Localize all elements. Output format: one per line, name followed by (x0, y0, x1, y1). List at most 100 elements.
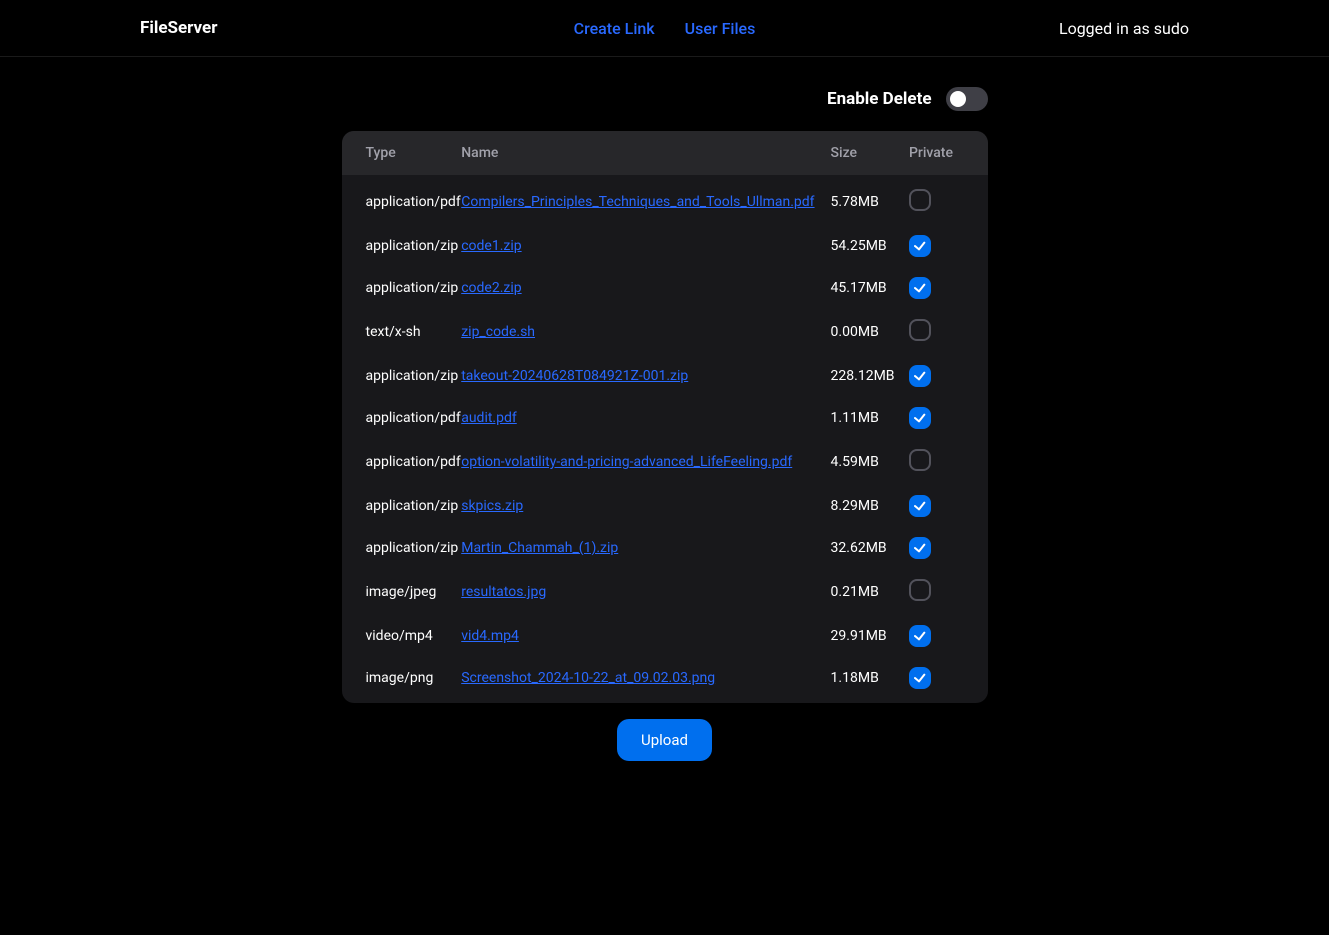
table-row: application/pdfCompilers_Principles_Tech… (342, 175, 988, 225)
file-link[interactable]: zip_code.sh (461, 324, 535, 340)
cell-private (909, 615, 988, 657)
file-link[interactable]: code1.zip (461, 238, 521, 254)
cell-private (909, 355, 988, 397)
file-link[interactable]: audit.pdf (461, 410, 517, 426)
cell-name: vid4.mp4 (461, 615, 830, 657)
cell-private (909, 569, 988, 615)
cell-private (909, 657, 988, 703)
cell-size: 1.11MB (831, 397, 909, 439)
cell-size: 228.12MB (831, 355, 909, 397)
private-checkbox[interactable] (909, 495, 931, 517)
nav-links: Create Link User Files (574, 19, 756, 38)
file-link[interactable]: code2.zip (461, 280, 521, 296)
file-link[interactable]: resultatos.jpg (461, 584, 546, 600)
cell-type: application/pdf (342, 397, 462, 439)
cell-name: takeout-20240628T084921Z-001.zip (461, 355, 830, 397)
file-link[interactable]: skpics.zip (461, 498, 523, 514)
enable-delete-label: Enable Delete (827, 89, 932, 109)
enable-delete-row: Enable Delete (342, 87, 988, 111)
cell-size: 29.91MB (831, 615, 909, 657)
cell-size: 0.00MB (831, 309, 909, 355)
cell-size: 4.59MB (831, 439, 909, 485)
file-table: Type Name Size Private application/pdfCo… (342, 131, 988, 703)
private-checkbox[interactable] (909, 235, 931, 257)
cell-type: application/zip (342, 225, 462, 267)
file-link[interactable]: option-volatility-and-pricing-advanced_L… (461, 454, 792, 470)
cell-private (909, 527, 988, 569)
check-icon (914, 282, 926, 294)
private-checkbox[interactable] (909, 579, 931, 601)
file-table-container: Type Name Size Private application/pdfCo… (342, 131, 988, 703)
nav-create-link[interactable]: Create Link (574, 19, 655, 38)
cell-size: 5.78MB (831, 175, 909, 225)
cell-name: audit.pdf (461, 397, 830, 439)
cell-name: code2.zip (461, 267, 830, 309)
check-icon (914, 412, 926, 424)
table-row: application/pdfoption-volatility-and-pri… (342, 439, 988, 485)
cell-private (909, 267, 988, 309)
check-icon (914, 672, 926, 684)
private-checkbox[interactable] (909, 537, 931, 559)
check-icon (914, 500, 926, 512)
table-row: video/mp4vid4.mp4 29.91MB (342, 615, 988, 657)
file-link[interactable]: Screenshot_2024-10-22_at_09.02.03.png (461, 670, 715, 686)
check-icon (914, 370, 926, 382)
cell-name: Compilers_Principles_Techniques_and_Tool… (461, 175, 830, 225)
table-header: Type Name Size Private (342, 131, 988, 175)
cell-size: 8.29MB (831, 485, 909, 527)
table-row: application/zipcode1.zip 54.25MB (342, 225, 988, 267)
file-link[interactable]: takeout-20240628T084921Z-001.zip (461, 368, 688, 384)
table-row: image/pngScreenshot_2024-10-22_at_09.02.… (342, 657, 988, 703)
file-link[interactable]: Martin_Chammah_(1).zip (461, 540, 618, 556)
cell-private (909, 309, 988, 355)
table-row: image/jpegresultatos.jpg 0.21MB (342, 569, 988, 615)
cell-name: zip_code.sh (461, 309, 830, 355)
cell-private (909, 439, 988, 485)
private-checkbox[interactable] (909, 625, 931, 647)
cell-name: option-volatility-and-pricing-advanced_L… (461, 439, 830, 485)
cell-type: image/jpeg (342, 569, 462, 615)
private-checkbox[interactable] (909, 667, 931, 689)
cell-name: Martin_Chammah_(1).zip (461, 527, 830, 569)
upload-button[interactable]: Upload (617, 719, 712, 761)
check-icon (914, 542, 926, 554)
table-row: application/zipcode2.zip 45.17MB (342, 267, 988, 309)
cell-size: 32.62MB (831, 527, 909, 569)
cell-private (909, 485, 988, 527)
table-row: application/ziptakeout-20240628T084921Z-… (342, 355, 988, 397)
cell-name: resultatos.jpg (461, 569, 830, 615)
cell-name: code1.zip (461, 225, 830, 267)
cell-private (909, 225, 988, 267)
file-link[interactable]: Compilers_Principles_Techniques_and_Tool… (461, 194, 814, 210)
cell-size: 54.25MB (831, 225, 909, 267)
col-name: Name (461, 131, 830, 175)
cell-type: application/zip (342, 485, 462, 527)
private-checkbox[interactable] (909, 319, 931, 341)
table-row: application/zipskpics.zip 8.29MB (342, 485, 988, 527)
brand-title: FileServer (140, 18, 217, 38)
cell-type: video/mp4 (342, 615, 462, 657)
private-checkbox[interactable] (909, 449, 931, 471)
table-row: application/pdfaudit.pdf 1.11MB (342, 397, 988, 439)
cell-name: Screenshot_2024-10-22_at_09.02.03.png (461, 657, 830, 703)
cell-size: 0.21MB (831, 569, 909, 615)
content-area: Enable Delete Type Name Size Private app… (0, 57, 1329, 761)
toggle-thumb (950, 91, 966, 107)
cell-type: application/pdf (342, 439, 462, 485)
check-icon (914, 240, 926, 252)
private-checkbox[interactable] (909, 189, 931, 211)
check-icon (914, 630, 926, 642)
enable-delete-toggle[interactable] (946, 87, 988, 111)
file-link[interactable]: vid4.mp4 (461, 628, 519, 644)
header: FileServer Create Link User Files Logged… (0, 0, 1329, 57)
cell-type: application/zip (342, 267, 462, 309)
col-size: Size (831, 131, 909, 175)
private-checkbox[interactable] (909, 277, 931, 299)
cell-size: 1.18MB (831, 657, 909, 703)
private-checkbox[interactable] (909, 365, 931, 387)
cell-type: application/zip (342, 527, 462, 569)
login-status: Logged in as sudo (1059, 19, 1189, 38)
private-checkbox[interactable] (909, 407, 931, 429)
nav-user-files[interactable]: User Files (685, 19, 756, 38)
cell-size: 45.17MB (831, 267, 909, 309)
